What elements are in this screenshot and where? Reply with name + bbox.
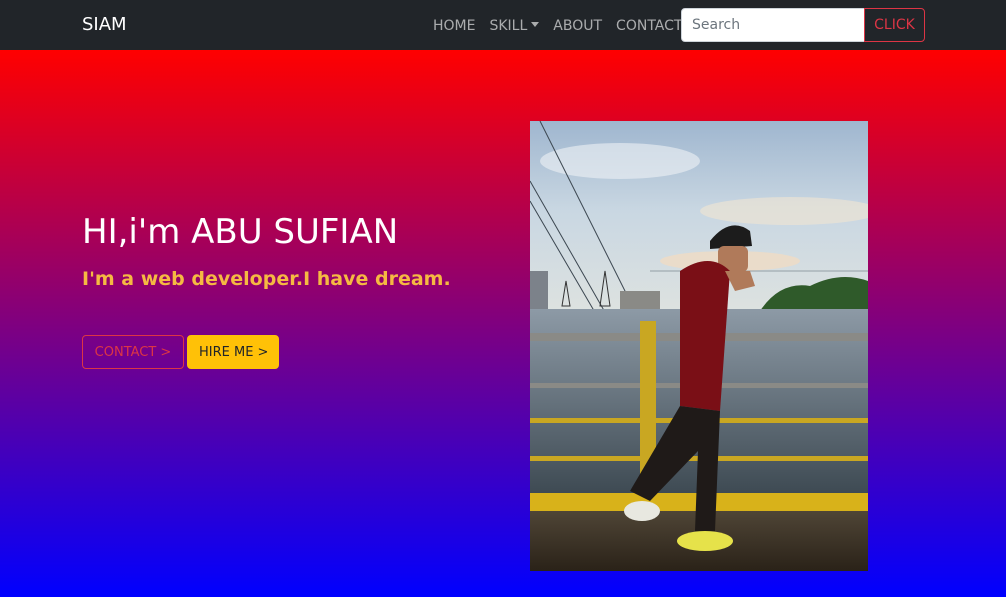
nav-link-skill-dropdown[interactable]: SKILL: [489, 16, 540, 36]
top-navbar: SIAM HOME SKILL ABOUT CONTACT CLICK: [0, 0, 1006, 50]
caret-down-icon: [531, 22, 540, 27]
nav-link-about[interactable]: ABOUT: [553, 16, 602, 36]
nav-link-home[interactable]: HOME: [433, 16, 475, 36]
hero-headline: HI,i'm ABU SUFIAN: [82, 212, 399, 252]
search-submit-button[interactable]: CLICK: [864, 8, 925, 42]
brand-logo[interactable]: SIAM: [82, 13, 127, 37]
nav-link-skill-label: SKILL: [489, 18, 528, 34]
nav-links: HOME SKILL ABOUT CONTACT: [433, 16, 696, 36]
hero-section: HI,i'm ABU SUFIAN I'm a web developer.I …: [0, 50, 1006, 597]
hire-me-button[interactable]: HIRE ME >: [187, 335, 279, 369]
profile-photo: [530, 121, 868, 571]
nav-link-contact[interactable]: CONTACT: [616, 16, 682, 36]
contact-button[interactable]: CONTACT >: [82, 335, 184, 369]
hero-tagline: I'm a web developer.I have dream.: [82, 268, 451, 290]
search-input[interactable]: [681, 8, 865, 42]
